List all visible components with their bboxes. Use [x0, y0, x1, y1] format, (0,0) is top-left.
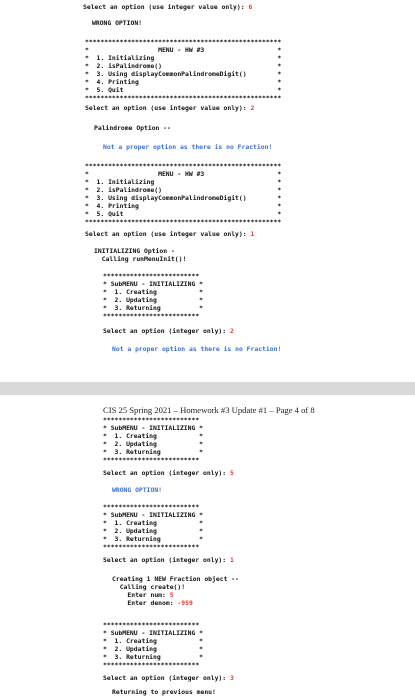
- menu-item: * 1. Initializing *: [85, 54, 282, 62]
- menu-item: * 5. Quit *: [85, 86, 282, 94]
- submenu-item: * 1. Creating *: [103, 288, 204, 296]
- output-line: Palindrome Option --: [94, 124, 171, 132]
- submenu-item: * 1. Creating *: [103, 432, 204, 440]
- notice-line: Not a proper option as there is no Fract…: [112, 345, 282, 353]
- menu-item: * 1. Initializing *: [85, 178, 282, 186]
- menu-border: ****************************************…: [85, 162, 282, 170]
- output-line: Select an option (integer only): 1: [103, 556, 234, 564]
- submenu-item: * 2. Updating *: [103, 296, 204, 304]
- output-line: Select an option (use integer value only…: [85, 104, 255, 112]
- output-line: Enter denom: -959: [112, 599, 193, 607]
- menu-item: * 2. isPalindrome() *: [85, 62, 282, 70]
- submenu-item: * 3. Returning *: [103, 304, 204, 312]
- document-page-top: Select an option (use integer value only…: [0, 0, 415, 382]
- submenu-item: * 3. Returning *: [103, 653, 204, 661]
- submenu-item: * 3. Returning *: [103, 535, 204, 543]
- page-separator: [0, 382, 415, 395]
- menu-border: ****************************************…: [85, 218, 282, 226]
- output-line: Select an option (use integer value only…: [83, 3, 253, 11]
- submenu-border: *************************: [103, 543, 200, 551]
- submenu-border: *************************: [103, 503, 200, 511]
- submenu-title: * SubMENU - INITIALIZING *: [103, 424, 204, 432]
- menu-item: * 3. Using displayCommonPalindromeDigit(…: [85, 70, 282, 78]
- submenu-title: * SubMENU - INITIALIZING *: [103, 280, 204, 288]
- page-header: CIS 25 Spring 2021 – Homework #3 Update …: [103, 405, 315, 415]
- notice-line: WRONG OPTION!: [112, 486, 163, 494]
- output-line: Select an option (integer only): 2: [103, 327, 234, 335]
- menu-border: ****************************************…: [85, 38, 282, 46]
- menu-title: * MENU - HW #3 *: [85, 170, 282, 178]
- menu-item: * 5. Quit *: [85, 210, 282, 218]
- output-line: Enter num: 5: [112, 591, 174, 599]
- submenu-border: *************************: [103, 272, 200, 280]
- output-line: Creating 1 NEW Fraction object --: [112, 575, 239, 583]
- notice-line: Not a proper option as there is no Fract…: [103, 143, 273, 151]
- submenu-border: *************************: [103, 621, 200, 629]
- output-line: Select an option (use integer value only…: [85, 230, 255, 238]
- submenu-item: * 3. Returning *: [103, 448, 204, 456]
- output-line: Returning to previous menu!: [112, 688, 216, 696]
- menu-item: * 3. Using displayCommonPalindromeDigit(…: [85, 194, 282, 202]
- submenu-border: *************************: [103, 312, 200, 320]
- submenu-item: * 1. Creating *: [103, 519, 204, 527]
- submenu-border: *************************: [103, 661, 200, 669]
- submenu-title: * SubMENU - INITIALIZING *: [103, 629, 204, 637]
- document-page-bottom: CIS 25 Spring 2021 – Homework #3 Update …: [0, 395, 415, 700]
- submenu-item: * 2. Updating *: [103, 527, 204, 535]
- output-line: Calling runMenuInit()!: [94, 255, 187, 263]
- menu-item: * 4. Printing *: [85, 202, 282, 210]
- submenu-item: * 1. Creating *: [103, 637, 204, 645]
- output-line: WRONG OPTION!: [92, 19, 143, 27]
- output-line: Select an option (integer only): 3: [103, 674, 234, 682]
- submenu-title: * SubMENU - INITIALIZING *: [103, 511, 204, 519]
- output-line: INITIALIZING Option -: [94, 247, 175, 255]
- submenu-border: *************************: [103, 416, 200, 424]
- output-line: Calling create()!: [112, 583, 186, 591]
- submenu-item: * 2. Updating *: [103, 440, 204, 448]
- output-line: Select an option (integer only): 5: [103, 469, 234, 477]
- menu-title: * MENU - HW #3 *: [85, 46, 282, 54]
- menu-item: * 2. isPalindrome() *: [85, 186, 282, 194]
- menu-border: ****************************************…: [85, 94, 282, 102]
- menu-item: * 4. Printing *: [85, 78, 282, 86]
- submenu-item: * 2. Updating *: [103, 645, 204, 653]
- submenu-border: *************************: [103, 456, 200, 464]
